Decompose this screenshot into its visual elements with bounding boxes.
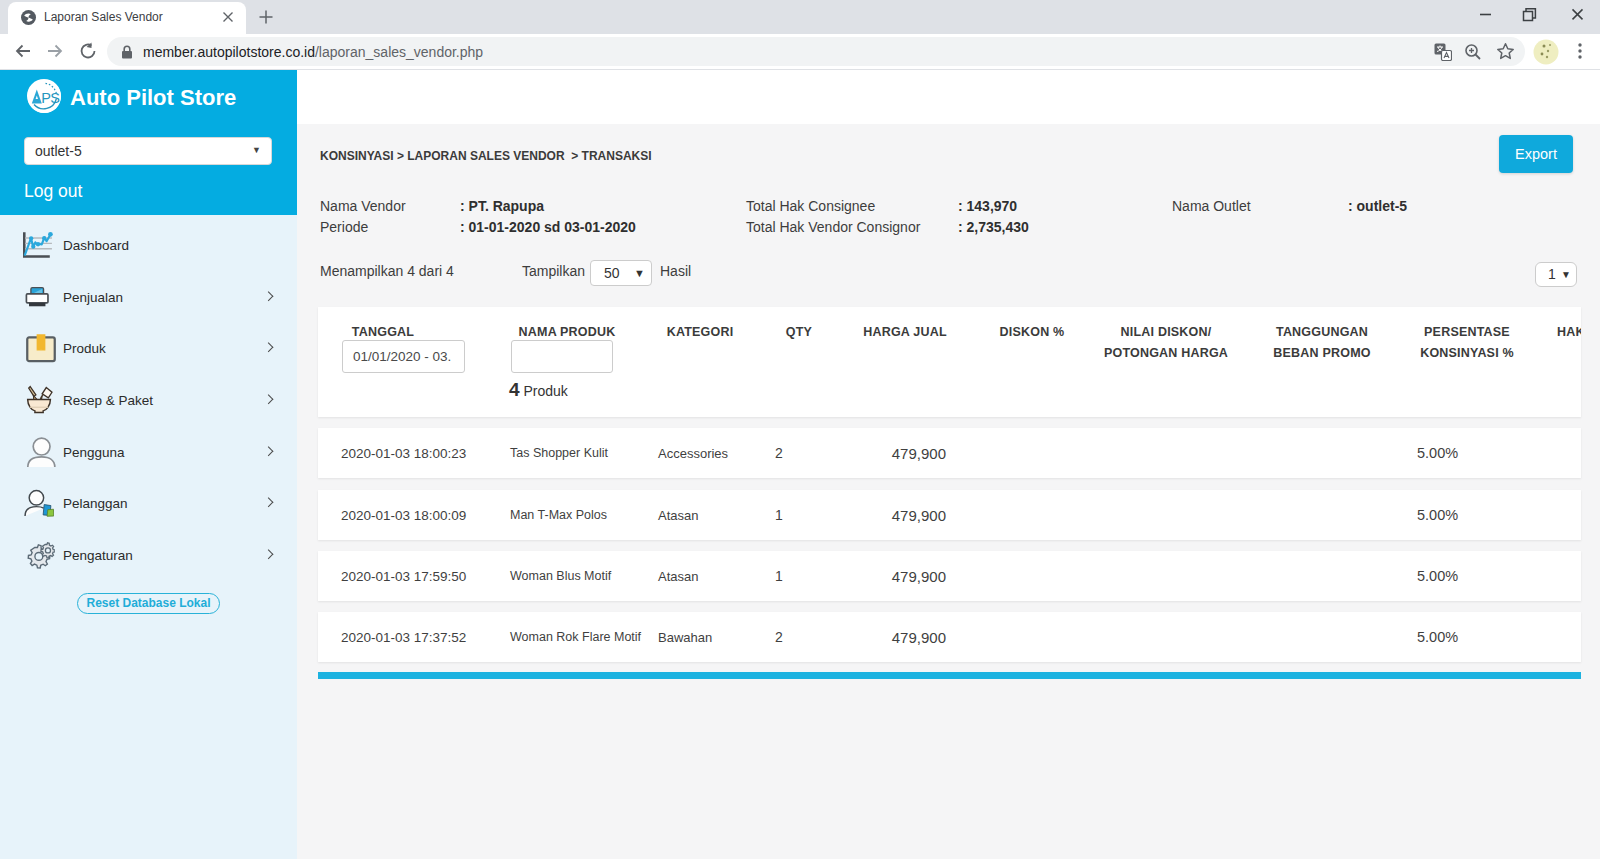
svg-text:PS: PS [41,90,59,106]
